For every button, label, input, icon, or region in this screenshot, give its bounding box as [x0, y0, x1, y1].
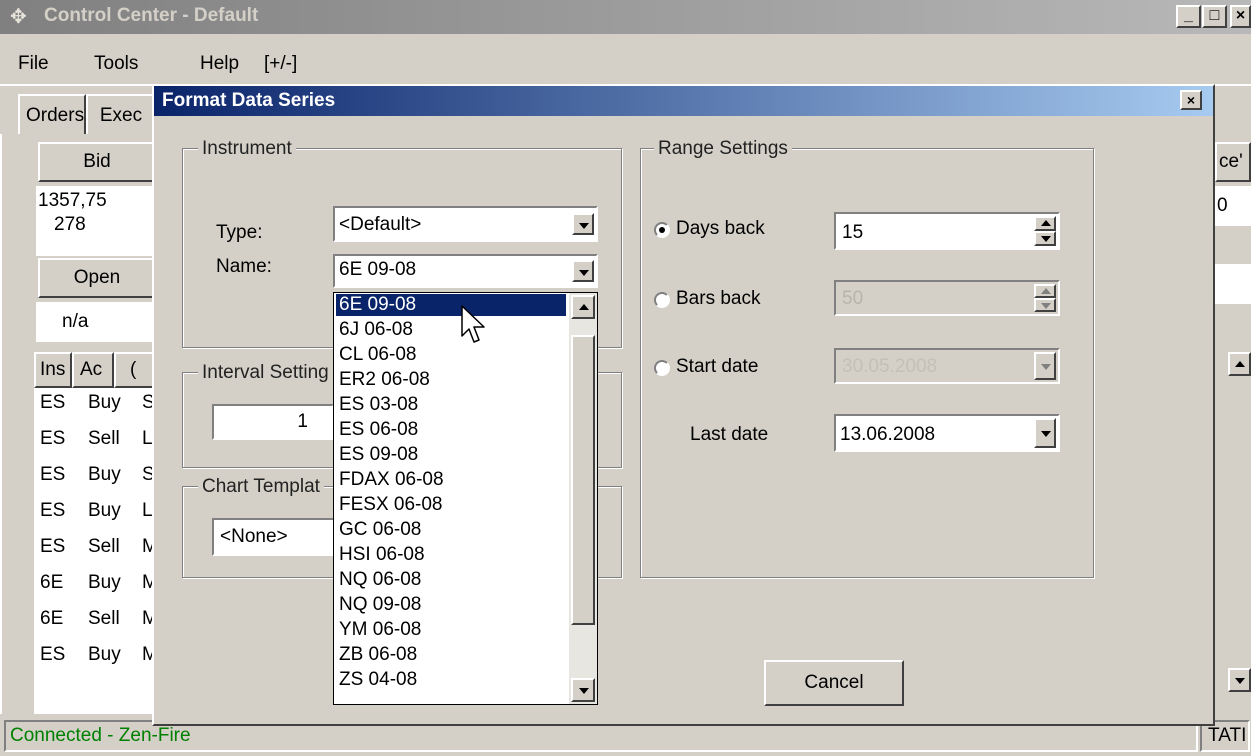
spin-up-button[interactable] [1034, 216, 1056, 231]
bid-cell: 1357,75 278 [36, 186, 160, 256]
calendar-dropdown-button[interactable] [1034, 352, 1056, 380]
dialog-title: Format Data Series [162, 90, 336, 111]
interval-value: 1 [297, 411, 308, 432]
start-date-value: 30.05.2008 [842, 356, 938, 377]
dropdown-item[interactable]: CL 06-08 [336, 344, 566, 366]
dropdown-item[interactable]: YM 06-08 [336, 619, 566, 641]
chevron-down-icon[interactable] [572, 260, 594, 282]
dialog-close-button[interactable]: × [1180, 90, 1202, 110]
dialog-title-bar: Format Data Series [154, 86, 1213, 116]
dropdown-item[interactable]: ES 03-08 [336, 394, 566, 416]
dropdown-item[interactable]: ZS 04-08 [336, 669, 566, 691]
col-action[interactable]: Ac [72, 352, 114, 388]
tab-executions[interactable]: Exec [86, 94, 156, 134]
chart-template-legend: Chart Templat [198, 476, 324, 498]
col-ins[interactable]: Ins [34, 352, 72, 388]
bars-back-radio[interactable] [654, 292, 670, 308]
tab-orders[interactable]: Orders [18, 94, 86, 134]
dropdown-item[interactable]: FESX 06-08 [336, 494, 566, 516]
spin-down-button[interactable] [1034, 231, 1056, 246]
mouse-cursor-icon [461, 305, 485, 343]
start-date-label[interactable]: Start date [676, 356, 758, 378]
interval-input[interactable]: 1 [212, 404, 334, 440]
open-header: Open [38, 258, 156, 298]
scroll-up-button[interactable] [1228, 352, 1251, 376]
instrument-legend: Instrument [198, 138, 296, 160]
dropdown-item[interactable]: NQ 06-08 [336, 569, 566, 591]
start-date-input[interactable]: 30.05.2008 [834, 348, 1060, 384]
name-select[interactable]: 6E 09-08 [333, 254, 598, 288]
menu-bar: File Tools Help [+/-] [0, 50, 1251, 78]
right-header: ce' [1215, 142, 1251, 182]
bid-value: 1357,75 [38, 190, 107, 211]
bars-back-value: 50 [842, 288, 864, 309]
cancel-button[interactable]: Cancel [764, 660, 904, 706]
dropdown-item[interactable]: HSI 06-08 [336, 544, 566, 566]
dropdown-item[interactable]: GC 06-08 [336, 519, 566, 541]
name-value: 6E 09-08 [339, 259, 417, 280]
start-date-radio[interactable] [654, 360, 670, 376]
spin-down-button[interactable] [1034, 298, 1056, 312]
menu-toggle[interactable]: [+/-] [264, 50, 297, 78]
bid-header: Bid [38, 142, 156, 182]
bid-size: 278 [54, 214, 86, 235]
type-value: <Default> [339, 214, 422, 235]
name-label: Name: [216, 256, 272, 277]
menu-file[interactable]: File [18, 50, 49, 78]
instrument-dropdown-list[interactable]: 6E 09-08 6J 06-08 CL 06-08 ER2 06-08 ES … [333, 292, 598, 705]
scroll-thumb[interactable] [571, 335, 595, 625]
last-date-value: 13.06.2008 [840, 424, 936, 445]
dropdown-scrollbar[interactable] [569, 293, 597, 704]
days-back-value: 15 [842, 222, 864, 243]
menu-tools[interactable]: Tools [94, 50, 138, 78]
chart-template-select[interactable]: <None> [212, 518, 338, 556]
radio-selected-dot [659, 227, 665, 233]
calendar-dropdown-button[interactable] [1034, 418, 1056, 448]
scroll-down-button[interactable] [571, 678, 595, 702]
minimize-button[interactable]: _ [1176, 5, 1201, 28]
dropdown-item[interactable]: ZB 06-08 [336, 644, 566, 666]
scroll-up-button[interactable] [571, 295, 595, 319]
range-settings-legend: Range Settings [654, 138, 792, 160]
last-date-input[interactable]: 13.06.2008 [834, 414, 1060, 452]
type-select[interactable]: <Default> [333, 206, 598, 242]
close-button[interactable]: × [1230, 5, 1251, 28]
interval-legend: Interval Setting [198, 362, 333, 384]
chevron-down-icon[interactable] [572, 213, 594, 235]
spin-up-button[interactable] [1034, 284, 1056, 298]
dropdown-item[interactable]: ER2 06-08 [336, 369, 566, 391]
window-title: Control Center - Default [44, 5, 259, 26]
type-label: Type: [216, 222, 263, 243]
bars-back-input[interactable]: 50 [834, 280, 1060, 316]
dropdown-item[interactable]: ES 06-08 [336, 419, 566, 441]
last-date-label: Last date [690, 424, 769, 445]
days-back-input[interactable]: 15 [834, 212, 1060, 250]
right-value: 0 [1215, 186, 1251, 226]
right-cell [1215, 264, 1251, 304]
maximize-button[interactable]: □ [1202, 5, 1227, 28]
dropdown-item[interactable]: FDAX 06-08 [336, 469, 566, 491]
menu-help[interactable]: Help [200, 50, 239, 78]
chart-template-value: <None> [220, 526, 288, 547]
dropdown-item[interactable]: ES 09-08 [336, 444, 566, 466]
dropdown-item-selected[interactable]: 6E 09-08 [336, 294, 566, 316]
main-title-bar: Control Center - Default [0, 0, 1251, 34]
dropdown-item[interactable]: NQ 09-08 [336, 594, 566, 616]
bars-back-label[interactable]: Bars back [676, 288, 760, 310]
scroll-down-button[interactable] [1228, 668, 1251, 692]
days-back-label[interactable]: Days back [676, 218, 765, 240]
open-value: n/a [36, 302, 160, 342]
days-back-radio[interactable] [654, 222, 670, 238]
dropdown-item[interactable]: 6J 06-08 [336, 319, 566, 341]
app-icon: ✥ [10, 6, 27, 28]
